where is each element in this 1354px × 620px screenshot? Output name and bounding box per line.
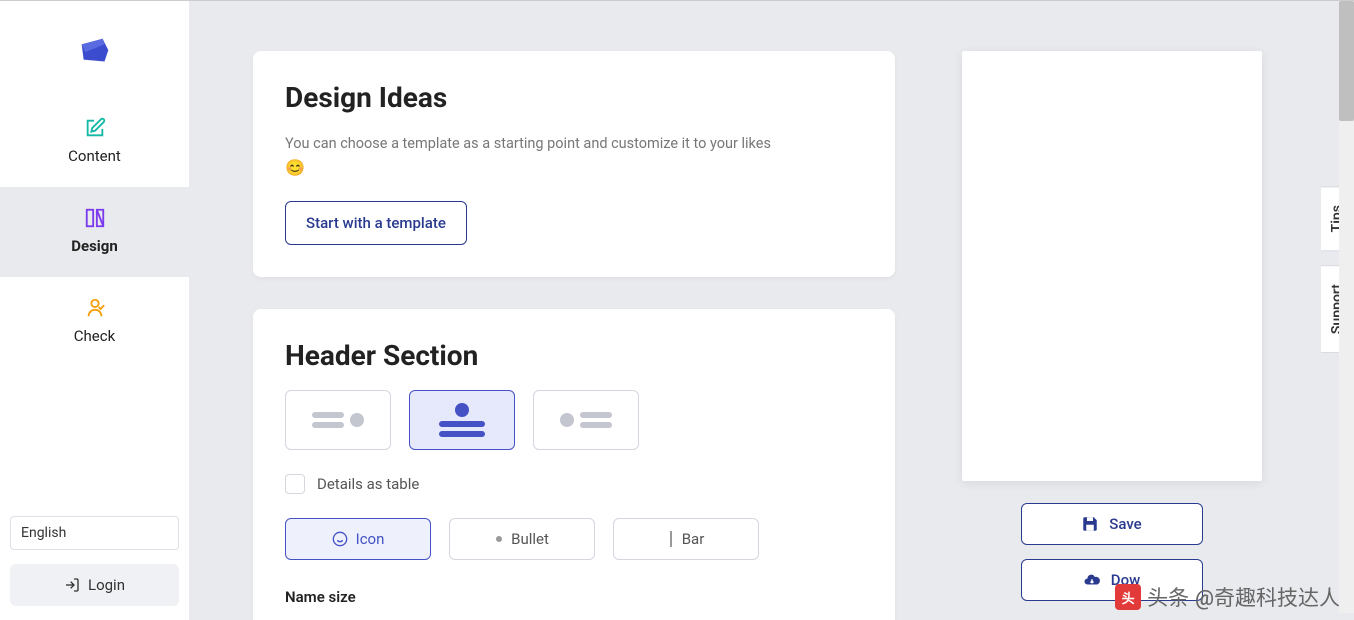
logo: [0, 1, 189, 97]
layout-option-left[interactable]: [285, 390, 391, 450]
card-title: Header Section: [285, 339, 863, 372]
layout-option-right[interactable]: [533, 390, 639, 450]
segment-icon[interactable]: Icon: [285, 518, 431, 560]
app-logo-icon: [76, 33, 114, 71]
segment-bullet[interactable]: Bullet: [449, 518, 595, 560]
edit-icon: [84, 117, 106, 139]
card-title: Design Ideas: [285, 81, 863, 114]
language-select[interactable]: English: [10, 516, 179, 550]
design-icon: [84, 207, 106, 229]
preview-column: Save Dow: [929, 1, 1354, 620]
card-description: You can choose a template as a starting …: [285, 132, 863, 181]
sidebar-item-content[interactable]: Content: [0, 97, 189, 187]
bar-icon: [668, 531, 674, 547]
sidebar-nav: Content Design Check: [0, 97, 189, 367]
scrollbar[interactable]: [1339, 1, 1354, 613]
editor-column: Design Ideas You can choose a template a…: [189, 1, 929, 620]
save-button[interactable]: Save: [1021, 503, 1203, 545]
login-button[interactable]: Login: [10, 564, 179, 606]
segment-bar[interactable]: Bar: [613, 518, 759, 560]
bullet-icon: [495, 535, 503, 543]
save-icon: [1081, 515, 1099, 533]
sidebar: Content Design Check English Login: [0, 1, 189, 620]
header-section-card: Header Section: [253, 309, 895, 620]
check-icon: [84, 297, 106, 319]
cloud-download-icon: [1083, 571, 1101, 589]
download-button[interactable]: Dow: [1021, 559, 1203, 601]
login-label: Login: [88, 576, 125, 594]
details-as-table-checkbox[interactable]: [285, 474, 305, 494]
checkbox-label: Details as table: [317, 475, 419, 493]
start-template-button[interactable]: Start with a template: [285, 201, 467, 245]
preview-page: [962, 51, 1262, 481]
sidebar-item-design[interactable]: Design: [0, 187, 189, 277]
sidebar-item-label: Design: [0, 237, 189, 255]
main-content: Design Ideas You can choose a template a…: [189, 1, 1354, 620]
smile-icon: 😊: [285, 158, 305, 177]
design-ideas-card: Design Ideas You can choose a template a…: [253, 51, 895, 277]
layout-options: [285, 390, 863, 450]
sidebar-item-label: Check: [0, 327, 189, 345]
sidebar-item-label: Content: [0, 147, 189, 165]
decorator-segments: Icon Bullet Bar: [285, 518, 863, 560]
smile-outline-icon: [332, 531, 348, 547]
name-size-label: Name size: [285, 588, 863, 606]
sidebar-item-check[interactable]: Check: [0, 277, 189, 367]
login-icon: [64, 577, 80, 593]
layout-option-center[interactable]: [409, 390, 515, 450]
